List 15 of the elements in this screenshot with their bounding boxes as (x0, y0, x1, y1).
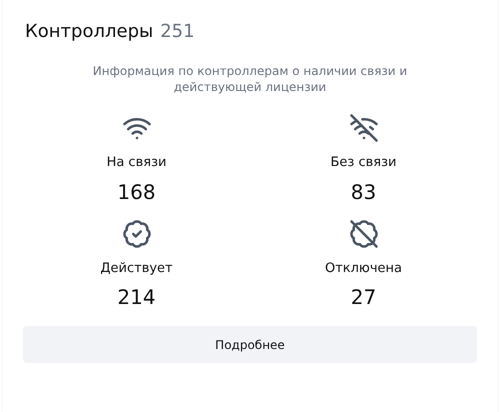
badge-off-icon (348, 218, 378, 248)
description: Информация по контроллерам о наличии связи и действующей лицензии (92, 63, 408, 95)
card-title: Контроллеры (25, 20, 154, 44)
total-count: 251 (160, 20, 195, 44)
stat-label: Отключена (324, 260, 402, 278)
stat-value: 168 (117, 178, 156, 206)
stat-label: Действует (100, 260, 173, 278)
badge-check-icon (122, 218, 152, 248)
stat-value: 27 (350, 284, 376, 311)
details-button[interactable]: Подробнее (23, 326, 477, 363)
stat-label: На связи (106, 154, 166, 172)
stat-value: 214 (117, 284, 156, 311)
stat-label: Без связи (330, 154, 396, 172)
stat-value: 83 (350, 178, 376, 206)
wifi-off-icon (348, 113, 378, 143)
